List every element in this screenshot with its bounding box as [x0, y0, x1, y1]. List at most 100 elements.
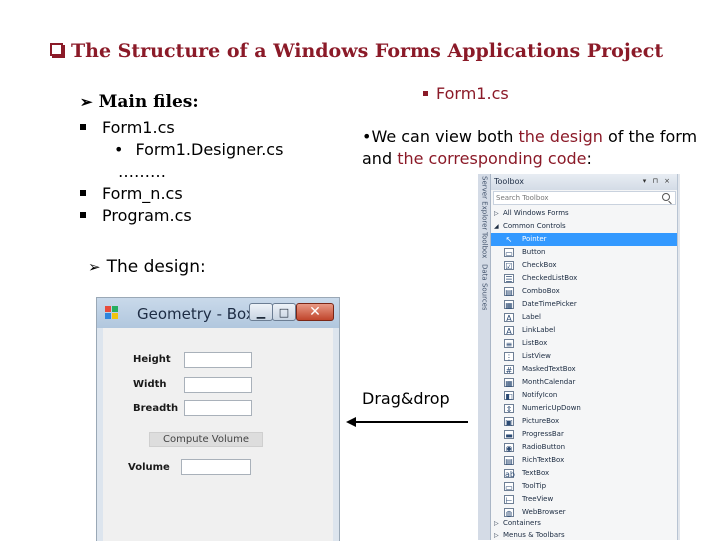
toolbox-item-checkedlistbox[interactable]: ☰ CheckedListBox	[491, 272, 677, 285]
toolbox-item-label: ListBox	[522, 339, 548, 347]
datetimepicker-icon: ▦	[504, 300, 514, 310]
toolbox-item-label: MonthCalendar	[522, 378, 576, 386]
breadth-input[interactable]	[184, 400, 252, 416]
toolbox-item-tooltip[interactable]: ▭ ToolTip	[491, 480, 677, 493]
dot-bullet-icon: •	[114, 140, 124, 159]
toolbox-item-checkbox[interactable]: ☑ CheckBox	[491, 259, 677, 272]
toolbox-window-controls[interactable]: ▾ ⊓ ×	[643, 177, 672, 185]
volume-label: Volume	[128, 462, 170, 473]
numericupdown-icon: ⇕	[504, 404, 514, 414]
toolbox-item-label: ToolTip	[522, 482, 547, 490]
toolbox-item-label: Pointer	[522, 235, 547, 243]
toolbox-item-label: NotifyIcon	[522, 391, 558, 399]
group-common-controls[interactable]: ◢ Common Controls	[491, 220, 677, 233]
expand-triangle-icon: ▷	[494, 210, 499, 217]
toolbox-item-label: CheckedListBox	[522, 274, 578, 282]
toolbox-item-linklabel[interactable]: A LinkLabel	[491, 324, 677, 337]
slide-title: The Structure of a Windows Forms Applica…	[50, 40, 715, 62]
checkedlistbox-icon: ☰	[504, 274, 514, 284]
files-list: Form1.cs • Form1.Designer.cs ……… Form_n.c…	[80, 117, 283, 227]
toolbox-item-label: LinkLabel	[522, 326, 556, 334]
notifyicon-icon: ◧	[504, 391, 514, 401]
toolbox-item-richtextbox[interactable]: ▤ RichTextBox	[491, 454, 677, 467]
tooltip-icon: ▭	[504, 482, 514, 492]
toolbox-item-label: MaskedTextBox	[522, 365, 576, 373]
form-window: Geometry - Box ▁ □ ✕ Height Width Breadt…	[96, 297, 340, 541]
toolbox-item-notifyicon[interactable]: ◧ NotifyIcon	[491, 389, 677, 402]
arrow-bullet-icon: ➢	[80, 93, 93, 111]
drag-drop-label: Drag&drop	[362, 389, 450, 408]
width-input[interactable]	[184, 377, 252, 393]
minimize-button[interactable]: ▁	[249, 303, 273, 321]
richtextbox-icon: ▤	[504, 456, 514, 466]
toolbox-item-numericupdown[interactable]: ⇕ NumericUpDown	[491, 402, 677, 415]
square-bullet-icon	[80, 190, 86, 196]
toolbox-item-label[interactable]: A Label	[491, 311, 677, 324]
toolbox-item-pointer[interactable]: ↖ Pointer	[491, 233, 677, 246]
breadth-label: Breadth	[133, 403, 179, 414]
minimize-icon: ▁	[256, 305, 266, 319]
webbrowser-icon: ◍	[504, 508, 514, 518]
tab-server-explorer[interactable]: Server Explorer	[478, 176, 491, 230]
main-files-heading: ➢ Main files:	[80, 92, 199, 112]
checkbox-icon: ☑	[504, 261, 514, 271]
toolbox-item-button[interactable]: ▭ Button	[491, 246, 677, 259]
toolbox-item-combobox[interactable]: ▤ ComboBox	[491, 285, 677, 298]
close-button[interactable]: ✕	[296, 303, 334, 321]
list-item: Form_n.cs	[80, 183, 283, 205]
collapse-triangle-icon: ◢	[494, 223, 499, 230]
toolbox-item-treeview[interactable]: ⊢ TreeView	[491, 493, 677, 506]
close-icon: ✕	[309, 304, 321, 320]
toolbox-item-label: PictureBox	[522, 417, 560, 425]
description-text: •We can view both the design of the form…	[362, 127, 698, 168]
toolbox-item-radiobutton[interactable]: ◉ RadioButton	[491, 441, 677, 454]
volume-output[interactable]	[181, 459, 251, 475]
toolbox-item-label: Label	[522, 313, 541, 321]
toolbox-item-textbox[interactable]: ab TextBox	[491, 467, 677, 480]
combobox-icon: ▤	[504, 287, 514, 297]
toolbox-title: Toolbox	[494, 177, 524, 186]
tab-toolbox[interactable]: Toolbox	[478, 232, 491, 262]
label-icon: A	[504, 313, 514, 323]
picturebox-icon: ▣	[504, 417, 514, 427]
toolbox-item-monthcalendar[interactable]: ▦ MonthCalendar	[491, 376, 677, 389]
group-menus-toolbars[interactable]: ▷ Menus & Toolbars	[491, 529, 677, 540]
maximize-button[interactable]: □	[272, 303, 296, 321]
toolbox-item-listview[interactable]: ⋮ ListView	[491, 350, 677, 363]
toolbox-item-picturebox[interactable]: ▣ PictureBox	[491, 415, 677, 428]
toolbox-item-datetimepicker[interactable]: ▦ DateTimePicker	[491, 298, 677, 311]
toolbox-panel: Toolbox ▾ ⊓ × Search Toolbox ▷ All Window…	[491, 174, 678, 540]
toolbox-scrollbar[interactable]	[678, 174, 680, 540]
monthcalendar-icon: ▦	[504, 378, 514, 388]
search-icon	[662, 193, 670, 201]
maximize-icon: □	[278, 305, 290, 319]
toolbox-item-label: CheckBox	[522, 261, 557, 269]
progressbar-icon: ▬	[504, 430, 514, 440]
vs-side-tabs: Server Explorer Toolbox Data Sources	[478, 174, 491, 540]
form1-heading: Form1.cs	[423, 84, 509, 103]
toolbox-search-input[interactable]: Search Toolbox	[493, 191, 676, 205]
button-icon: ▭	[504, 248, 514, 258]
toolbox-item-label: TreeView	[522, 495, 554, 503]
group-all-windows-forms[interactable]: ▷ All Windows Forms	[491, 207, 677, 220]
maskedtextbox-icon: #	[504, 365, 514, 375]
treeview-icon: ⊢	[504, 495, 514, 505]
form-app-icon	[105, 306, 119, 320]
drag-arrow-icon	[346, 417, 468, 427]
toolbox-item-listbox[interactable]: ≡ ListBox	[491, 337, 677, 350]
arrow-bullet-icon: ➢	[88, 258, 101, 276]
form-titlebar[interactable]: Geometry - Box ▁ □ ✕	[97, 298, 339, 328]
list-item: ………	[118, 162, 166, 181]
list-item: Form1.cs	[80, 117, 283, 139]
radiobutton-icon: ◉	[504, 443, 514, 453]
height-input[interactable]	[184, 352, 252, 368]
compute-volume-button[interactable]: Compute Volume	[149, 432, 263, 447]
toolbox-item-maskedtextbox[interactable]: # MaskedTextBox	[491, 363, 677, 376]
toolbox-item-label: ProgressBar	[522, 430, 564, 438]
tab-data-sources[interactable]: Data Sources	[478, 264, 491, 310]
form-client-area: Height Width Breadth Compute Volume Volu…	[103, 328, 333, 541]
toolbox-item-label: RichTextBox	[522, 456, 565, 464]
toolbox-header: Toolbox ▾ ⊓ ×	[491, 174, 677, 190]
toolbox-item-progressbar[interactable]: ▬ ProgressBar	[491, 428, 677, 441]
toolbox-item-label: ComboBox	[522, 287, 560, 295]
